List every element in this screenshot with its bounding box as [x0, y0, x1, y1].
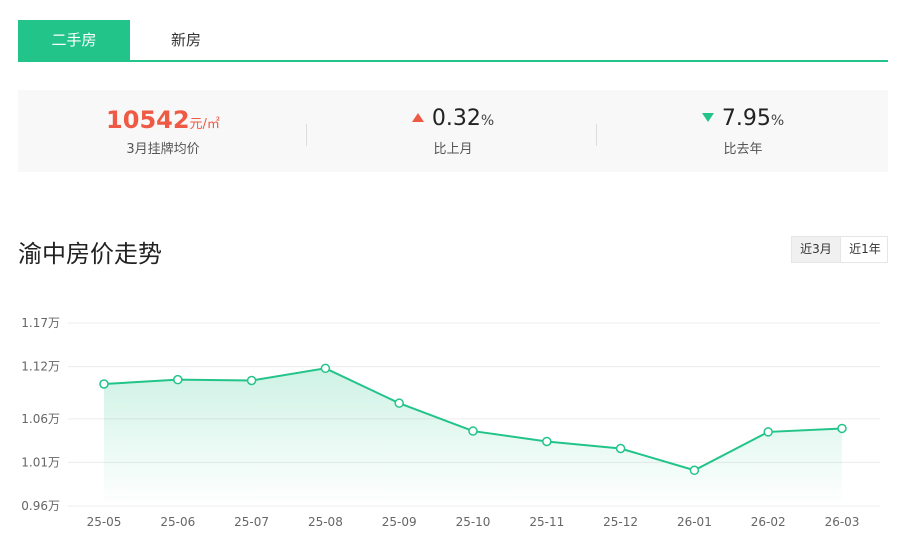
mom-unit: % — [480, 113, 495, 129]
mom-label: 比上月 — [433, 142, 473, 157]
data-point[interactable] — [689, 465, 700, 476]
y-tick-label: 1.01万 — [21, 455, 60, 469]
x-tick-label: 25-10 — [456, 515, 491, 529]
range-1-year-button[interactable]: 近1年 — [840, 237, 889, 262]
data-point[interactable] — [615, 443, 626, 454]
data-point[interactable] — [542, 436, 552, 447]
data-point[interactable] — [763, 427, 773, 437]
data-point[interactable] — [468, 426, 478, 436]
yoy-label: 比去年 — [723, 142, 763, 157]
mom-stat: 0.32% 比上月 — [308, 90, 598, 172]
x-tick-label: 25-12 — [603, 515, 638, 529]
y-tick-label: 1.06万 — [21, 412, 60, 426]
range-3-months-button[interactable]: 近3月 — [792, 237, 840, 262]
price-area — [104, 368, 842, 506]
house-type-tabs: 二手房 新房 — [18, 20, 888, 62]
x-tick-label: 25-06 — [160, 515, 195, 529]
data-point[interactable] — [837, 423, 847, 434]
yoy-unit: % — [770, 113, 785, 129]
x-tick-label: 25-09 — [382, 515, 417, 529]
yoy-stat: 7.95% 比去年 — [598, 90, 888, 172]
tab-second-hand[interactable]: 二手房 — [18, 20, 130, 60]
yoy-value: 7.95 — [721, 106, 771, 131]
chart-title: 渝中房价走势 — [18, 240, 162, 268]
y-tick-label: 0.96万 — [21, 499, 60, 513]
data-point[interactable] — [246, 375, 257, 386]
x-tick-label: 26-01 — [677, 515, 712, 529]
stat-divider — [306, 124, 307, 146]
price-stats-panel: 10542元/㎡ 3月挂牌均价 0.32% 比上月 7.95% 比去年 — [18, 90, 888, 172]
data-point[interactable] — [173, 374, 183, 385]
up-arrow-icon — [411, 113, 424, 122]
data-point[interactable] — [320, 363, 331, 374]
x-tick-label: 25-07 — [234, 515, 269, 529]
mom-value: 0.32 — [431, 106, 481, 131]
y-tick-label: 1.12万 — [21, 360, 60, 374]
x-tick-label: 25-08 — [308, 515, 343, 529]
range-toggle: 近3月 近1年 — [791, 236, 888, 263]
data-point[interactable] — [99, 379, 109, 389]
x-tick-label: 25-05 — [87, 515, 122, 529]
y-tick-label: 1.17万 — [21, 316, 60, 330]
avg-price-value: 10542 — [106, 106, 190, 134]
stat-divider — [596, 124, 597, 146]
data-point[interactable] — [394, 398, 404, 408]
avg-price-label: 3月挂牌均价 — [126, 142, 200, 157]
price-trend-chart: 0.96万 1.01万 1.06万 1.12万 1.17万 25-05 25-06 25-0… — [21, 316, 880, 529]
avg-price-stat: 10542元/㎡ 3月挂牌均价 — [18, 90, 308, 172]
down-arrow-icon — [701, 113, 714, 122]
x-tick-label: 26-02 — [751, 515, 786, 529]
tab-new-house[interactable]: 新房 — [130, 20, 242, 60]
x-tick-label: 26-03 — [825, 515, 860, 529]
avg-price-unit: 元/㎡ — [189, 117, 220, 132]
x-tick-label: 25-11 — [529, 515, 564, 529]
